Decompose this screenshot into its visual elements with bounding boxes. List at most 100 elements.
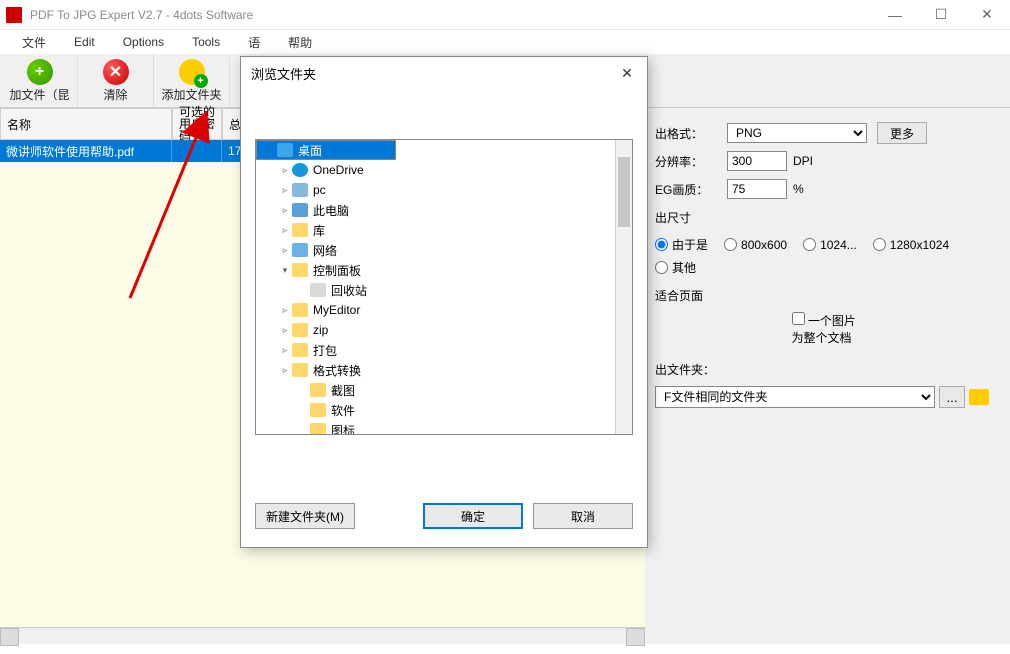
tree-item-label: OneDrive <box>313 163 364 177</box>
dpi-label: DPI <box>793 154 813 168</box>
folder-icon <box>292 323 308 337</box>
menu-tools[interactable]: Tools <box>178 31 234 53</box>
window-title: PDF To JPG Expert V2.7 - 4dots Software <box>30 8 872 22</box>
expander-icon[interactable]: ▹ <box>278 365 292 376</box>
close-button[interactable]: ✕ <box>964 0 1010 30</box>
radio-1280[interactable]: 1280x1024 <box>873 238 949 252</box>
tree-item[interactable]: ▾ 控制面板 <box>256 260 632 280</box>
expander-icon[interactable]: ▹ <box>278 345 292 356</box>
folder-icon <box>310 403 326 417</box>
add-file-label: 加文件（昆 <box>9 86 69 103</box>
tree-item[interactable]: 图标 <box>256 420 632 435</box>
dialog-close-button[interactable]: ✕ <box>617 65 637 82</box>
folder-tree[interactable]: 桌面▹OneDrive▹pc▹此电脑▹库▹网络▾控制面板回收站▹MyEditor… <box>255 139 633 435</box>
radio-800[interactable]: 800x600 <box>724 238 787 252</box>
browse-folder-button[interactable]: ... <box>939 386 965 408</box>
resolution-input[interactable] <box>727 151 787 171</box>
folder-icon[interactable] <box>969 389 989 405</box>
more-button[interactable]: 更多 <box>877 122 927 144</box>
radio-other[interactable]: 其他 <box>655 259 696 276</box>
expander-icon[interactable]: ▹ <box>278 225 292 236</box>
folder-icon <box>310 423 326 435</box>
radio-1024[interactable]: 1024... <box>803 238 857 252</box>
tree-item[interactable]: 桌面 <box>256 140 396 160</box>
settings-panel: 出格式： PNG 更多 分辨率： DPI EG画质： % 出尺寸 由于是 800… <box>645 108 1010 644</box>
ok-button[interactable]: 确定 <box>423 503 523 529</box>
tree-item-label: 控制面板 <box>313 262 361 279</box>
tree-item[interactable]: 回收站 <box>256 280 632 300</box>
expander-icon[interactable]: ▹ <box>278 245 292 256</box>
tree-item[interactable]: ▹ zip <box>256 320 632 340</box>
out-folder-select[interactable]: F文件相同的文件夹 <box>655 386 935 408</box>
new-folder-button[interactable]: 新建文件夹(M) <box>255 503 355 529</box>
tree-item-label: 库 <box>313 222 325 239</box>
tree-item-label: MyEditor <box>313 303 360 317</box>
one-image-checkbox[interactable]: 一个图片为整个文档 <box>792 312 864 346</box>
horizontal-scrollbar[interactable] <box>0 627 645 644</box>
tree-item-label: zip <box>313 323 328 337</box>
vertical-scrollbar[interactable] <box>615 140 632 434</box>
pc-icon <box>292 183 308 197</box>
radio-1024-input[interactable] <box>803 238 816 251</box>
radio-800-input[interactable] <box>724 238 737 251</box>
menu-options[interactable]: Options <box>109 31 178 53</box>
col-password[interactable]: 可选的用户密码 <box>172 108 222 140</box>
tree-item[interactable]: ▹ 网络 <box>256 240 632 260</box>
tree-item[interactable]: ▹ pc <box>256 180 632 200</box>
browse-folder-dialog: 浏览文件夹 ✕ 桌面▹OneDrive▹pc▹此电脑▹库▹网络▾控制面板回收站▹… <box>240 56 648 548</box>
menu-help[interactable]: 帮助 <box>274 30 326 55</box>
menu-file[interactable]: 文件 <box>8 30 60 55</box>
tree-item[interactable]: ▹ MyEditor <box>256 300 632 320</box>
tree-item-label: pc <box>313 183 326 197</box>
tree-item[interactable]: ▹库 <box>256 220 632 240</box>
thispc-icon <box>292 203 308 217</box>
jpeg-quality-label: EG画质： <box>655 181 727 198</box>
folder-icon <box>310 383 326 397</box>
radio-since[interactable]: 由于是 <box>655 236 708 253</box>
recycle-icon <box>310 283 326 297</box>
percent-label: % <box>793 182 804 196</box>
cell-password <box>172 140 222 162</box>
tree-item[interactable]: 软件 <box>256 400 632 420</box>
radio-1280-input[interactable] <box>873 238 886 251</box>
col-name[interactable]: 名称 <box>0 108 172 140</box>
tree-item[interactable]: ▹格式转换 <box>256 360 632 380</box>
clear-label: 清除 <box>103 86 127 103</box>
tree-item-label: 软件 <box>331 402 355 419</box>
tree-item-label: 打包 <box>313 342 337 359</box>
expander-icon[interactable]: ▾ <box>278 265 292 276</box>
tree-item-label: 网络 <box>313 242 337 259</box>
tree-item[interactable]: ▹ 打包 <box>256 340 632 360</box>
maximize-button[interactable]: ☐ <box>918 0 964 30</box>
desktop-icon <box>277 143 293 157</box>
out-format-select[interactable]: PNG <box>727 123 867 143</box>
add-folder-label: 添加文件夹 <box>161 86 221 103</box>
folder-icon <box>292 303 308 317</box>
radio-other-input[interactable] <box>655 261 668 274</box>
tree-item[interactable]: ▹此电脑 <box>256 200 632 220</box>
tree-item-label: 截图 <box>331 382 355 399</box>
folder-plus-icon <box>179 59 205 85</box>
menu-edit[interactable]: Edit <box>60 31 109 53</box>
cancel-button[interactable]: 取消 <box>533 503 633 529</box>
add-file-button[interactable]: + 加文件（昆 <box>2 54 78 107</box>
onedrive-icon <box>292 163 308 177</box>
clear-button[interactable]: ✕ 清除 <box>78 54 154 107</box>
expander-icon[interactable]: ▹ <box>278 325 292 336</box>
menu-lang[interactable]: 语 <box>234 30 274 55</box>
expander-icon[interactable]: ▹ <box>278 205 292 216</box>
jpeg-quality-input[interactable] <box>727 179 787 199</box>
folder-icon <box>292 363 308 377</box>
tree-item[interactable]: ▹ OneDrive <box>256 160 632 180</box>
expander-icon[interactable]: ▹ <box>278 165 292 176</box>
scroll-thumb[interactable] <box>618 157 630 227</box>
radio-since-input[interactable] <box>655 238 668 251</box>
one-image-input[interactable] <box>792 312 805 325</box>
expander-icon[interactable]: ▹ <box>278 185 292 196</box>
minimize-button[interactable]: — <box>872 0 918 30</box>
titlebar: PDF To JPG Expert V2.7 - 4dots Software … <box>0 0 1010 30</box>
tree-item[interactable]: 截图 <box>256 380 632 400</box>
add-folder-button[interactable]: 添加文件夹 <box>154 54 230 107</box>
expander-icon[interactable]: ▹ <box>278 305 292 316</box>
delete-icon: ✕ <box>103 59 129 85</box>
